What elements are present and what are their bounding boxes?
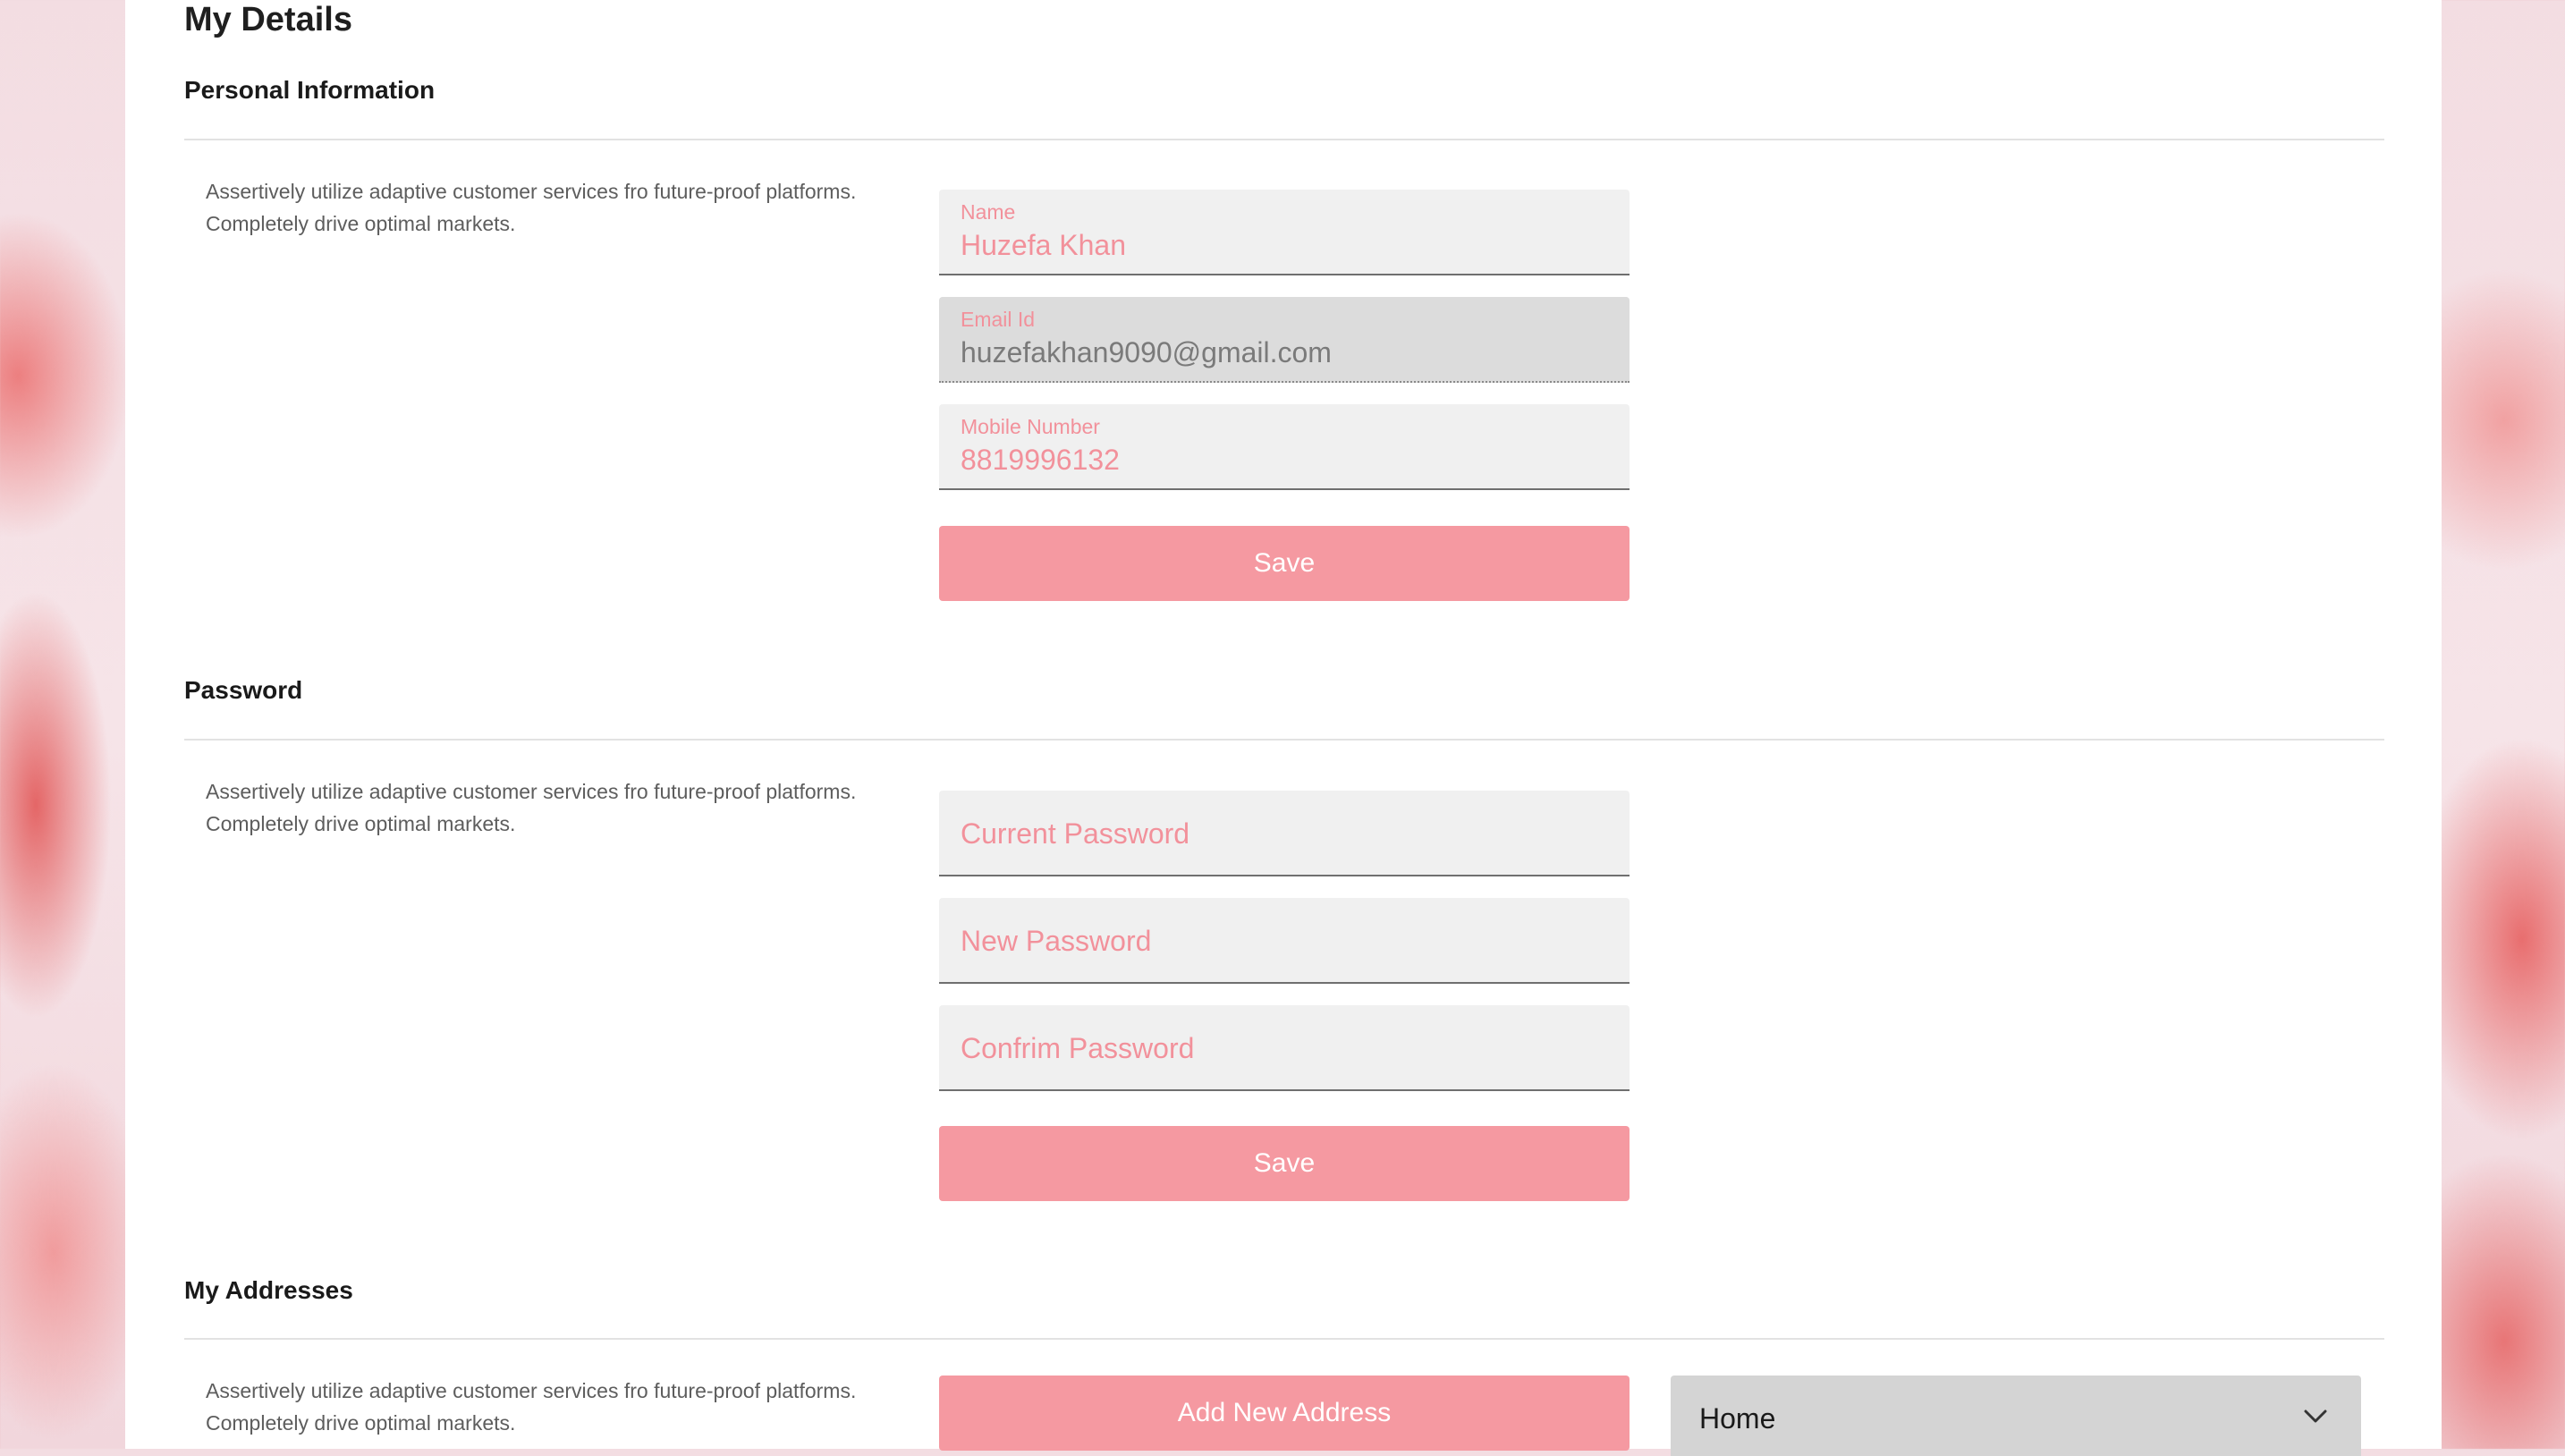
page-title: My Details [184, 1, 352, 38]
name-field-label: Name [961, 200, 1016, 224]
save-personal-button[interactable]: Save [939, 526, 1630, 601]
email-field-label: Email Id [961, 308, 1036, 331]
mobile-number-field[interactable]: Mobile Number 8819996132 [939, 404, 1630, 490]
section-divider [184, 739, 2384, 741]
section-divider [184, 1338, 2384, 1340]
current-password-placeholder: Current Password [961, 817, 1190, 850]
current-password-field[interactable]: Current Password [939, 791, 1630, 876]
personal-information-heading: Personal Information [184, 76, 436, 104]
section-divider [184, 139, 2384, 140]
email-field-value: huzefakhan9090@gmail.com [961, 336, 1332, 368]
new-password-placeholder: New Password [961, 925, 1152, 957]
mobile-number-field-value[interactable]: 8819996132 [961, 444, 1604, 477]
new-password-field[interactable]: New Password [939, 898, 1630, 984]
mobile-number-field-label: Mobile Number [961, 415, 1100, 438]
password-heading: Password [184, 676, 303, 704]
address-type-select[interactable]: Home [1671, 1376, 2361, 1456]
details-panel: My Details Personal Information Assertiv… [125, 0, 2442, 1456]
my-addresses-heading: My Addresses [184, 1276, 353, 1304]
password-description: Assertively utilize adaptive customer se… [206, 780, 857, 835]
save-password-button[interactable]: Save [939, 1126, 1630, 1201]
personal-information-description: Assertively utilize adaptive customer se… [206, 180, 857, 235]
my-addresses-description: Assertively utilize adaptive customer se… [206, 1379, 857, 1435]
confirm-password-field[interactable]: Confrim Password [939, 1005, 1630, 1091]
address-type-select-value: Home [1699, 1402, 1776, 1435]
add-new-address-button[interactable]: Add New Address [939, 1376, 1630, 1451]
name-field-value[interactable]: Huzefa Khan [961, 229, 1604, 262]
confirm-password-placeholder: Confrim Password [961, 1032, 1195, 1064]
name-field[interactable]: Name Huzefa Khan [939, 190, 1630, 275]
email-field: Email Id huzefakhan9090@gmail.com [939, 297, 1630, 383]
chevron-down-icon [2304, 1409, 2327, 1423]
